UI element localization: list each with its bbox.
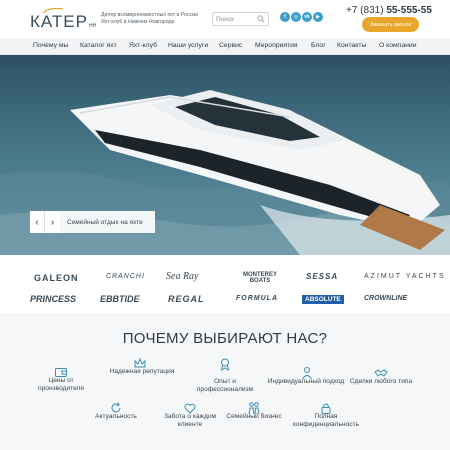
call-request-button[interactable]: Заказать звонок	[362, 17, 419, 32]
feature-confidentiality-label: Полная конфиденциальность	[292, 413, 359, 428]
instagram-icon[interactable]: ◎	[291, 12, 301, 22]
nav-item-blog[interactable]: Блог	[311, 42, 326, 49]
search-input[interactable]	[216, 14, 256, 24]
why-us-title: ПОЧЕМУ ВЫБИРАЮТ НАС?	[122, 330, 328, 347]
youtube-icon[interactable]: ▶	[313, 12, 323, 22]
site-header: КАТЕР НН Дилер всемирноизвестных яхт в Р…	[0, 0, 450, 38]
slide-caption[interactable]: Семейный отдых на яхте	[60, 211, 155, 233]
vk-icon[interactable]: vk	[302, 12, 312, 22]
feature-deals-label: Сделки любого типа	[349, 378, 413, 385]
tagline: Дилер всемирноизвестных яхт в России Яхт…	[101, 12, 198, 25]
badge-icon	[220, 358, 230, 371]
phone-prefix: +7 (831)	[346, 5, 387, 16]
social-links: f ◎ vk ▶	[280, 12, 323, 22]
phone-digits: 55-555-55	[386, 5, 432, 16]
main-nav: Почему мы Каталог яхт Яхт-клуб Наши услу…	[0, 38, 450, 55]
feature-reputation-label: Надежная репутация	[109, 368, 175, 375]
nav-item-services[interactable]: Наши услуги	[168, 42, 208, 49]
feature-experience-label: Опыт и профессионализм	[196, 378, 254, 393]
nav-item-yacht-club[interactable]: Яхт-клуб	[129, 42, 157, 49]
nav-item-service[interactable]: Сервис	[219, 42, 242, 49]
feature-care-label: Забота о каждом клиенте	[163, 413, 217, 428]
feature-relevance-label: Актуальность	[95, 413, 137, 420]
search-box	[212, 12, 269, 26]
nav-item-about[interactable]: О компании	[379, 42, 417, 49]
facebook-icon[interactable]: f	[280, 12, 290, 22]
feature-prices-label: Цены от производителя	[38, 377, 84, 392]
brand-searay-logo[interactable]: Sea Ray	[166, 271, 199, 282]
slider-next-button[interactable]: ›	[45, 211, 60, 233]
brand-crownline-logo[interactable]: CROWNLINE	[364, 295, 407, 302]
brand-regal-logo[interactable]: REGAL	[168, 294, 205, 304]
nav-item-events[interactable]: Мероприятия	[255, 42, 298, 49]
brand-logos: GALEON CRANCHI Sea Ray MONTEREY BOATS SE…	[0, 255, 450, 313]
logo-sub: НН	[88, 23, 97, 29]
brand-sessa-logo[interactable]: SESSA	[306, 272, 338, 281]
feature-approach-label: Индивидуальный подход	[267, 378, 345, 385]
nav-item-catalog[interactable]: Каталог яхт	[80, 42, 117, 49]
phone-number[interactable]: +7 (831) 55-555-55	[346, 5, 432, 16]
slider-prev-button[interactable]: ‹	[30, 211, 45, 233]
feature-family-label: Семейный бизнес	[226, 413, 282, 420]
brand-formula-logo[interactable]: FORMULA	[236, 295, 278, 302]
brand-monterey-logo[interactable]: MONTEREY BOATS	[238, 272, 282, 284]
search-icon[interactable]	[257, 15, 265, 23]
nav-item-why-us[interactable]: Почему мы	[33, 42, 68, 49]
logo-wave-icon	[42, 7, 64, 14]
logo[interactable]: КАТЕР НН	[30, 7, 97, 33]
brand-princess-logo[interactable]: PRINCESS	[30, 294, 76, 304]
nav-item-contacts[interactable]: Контакты	[337, 42, 366, 49]
brand-absolute-logo[interactable]: ABSOLUTE	[302, 295, 344, 304]
logo-word: КАТЕР	[30, 12, 88, 31]
brand-azimut-logo[interactable]: AZIMUT YACHTS	[364, 273, 446, 280]
brand-ebbtide-logo[interactable]: EBBTIDE	[100, 294, 140, 304]
brand-cranchi-logo[interactable]: CRANCHI	[106, 273, 145, 280]
brand-galeon-logo[interactable]: GALEON	[34, 273, 79, 283]
